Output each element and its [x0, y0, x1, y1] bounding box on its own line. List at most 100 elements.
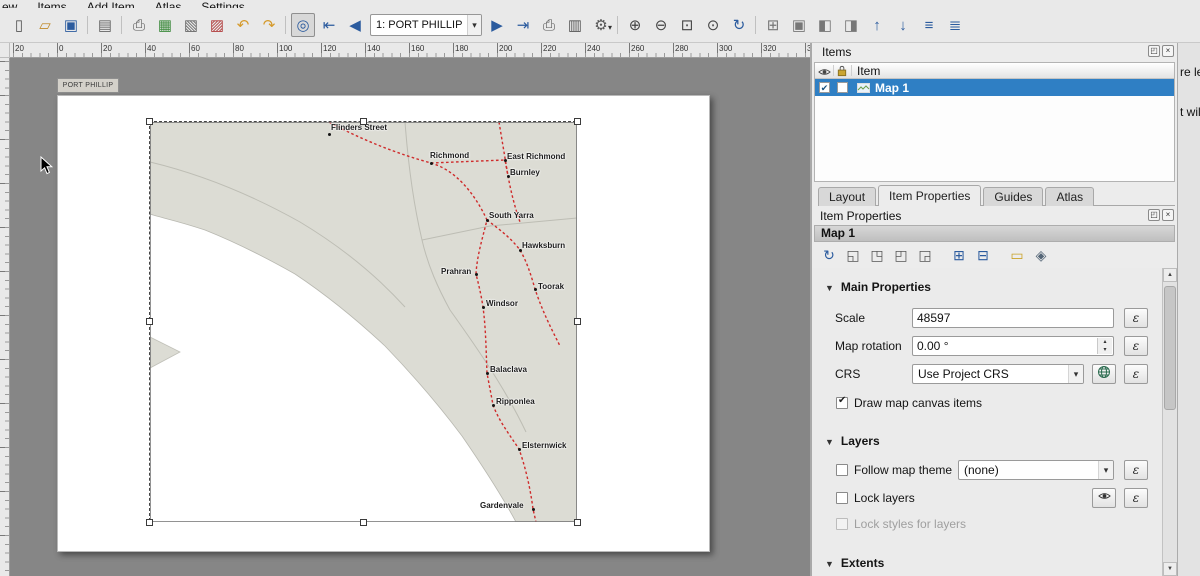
- atlas-settings-button[interactable]: ⚙▾: [589, 13, 613, 37]
- resize-handle-middle-right[interactable]: [574, 318, 581, 325]
- print-atlas-button[interactable]: ⎙: [537, 13, 561, 37]
- scrollbar-thumb[interactable]: [1164, 286, 1176, 410]
- follow-map-theme-label: Follow map theme: [854, 463, 952, 477]
- spin-down-icon[interactable]: ▾: [1098, 346, 1112, 354]
- export-atlas-button[interactable]: ▥: [563, 13, 587, 37]
- tab-atlas[interactable]: Atlas: [1045, 187, 1094, 206]
- items-panel-float-button[interactable]: ◰: [1148, 45, 1160, 57]
- crs-data-defined-button[interactable]: ɛ: [1124, 364, 1148, 384]
- scroll-down-button[interactable]: ▼: [1163, 562, 1177, 576]
- zoom-in-button[interactable]: ⊕: [623, 13, 647, 37]
- station-label: Elsternwick: [522, 441, 566, 450]
- resize-handle-top-left[interactable]: [146, 118, 153, 125]
- spinbox-arrows[interactable]: ▴ ▾: [1097, 338, 1112, 354]
- item-properties-close-button[interactable]: ×: [1162, 209, 1174, 221]
- clipping-settings-button[interactable]: ◈: [1030, 244, 1052, 266]
- items-panel-close-button[interactable]: ×: [1162, 45, 1174, 57]
- lower-items-button[interactable]: ↓: [891, 13, 915, 37]
- menu-add-item[interactable]: Add Item: [87, 0, 135, 8]
- lock-items-button[interactable]: ◧: [813, 13, 837, 37]
- menu-bar: ew Items Add Item Atlas Settings: [0, 0, 1200, 8]
- set-extent-to-map-canvas-button[interactable]: ◱: [842, 244, 864, 266]
- crs-combo[interactable]: Use Project CRS ▾: [912, 364, 1084, 384]
- resize-handle-bottom-right[interactable]: [574, 519, 581, 526]
- section-main-properties[interactable]: ▼Main Properties: [825, 280, 931, 294]
- export-as-image-button[interactable]: ▦: [153, 13, 177, 37]
- dropdown-caret-icon[interactable]: ▾: [467, 15, 481, 35]
- menu-items[interactable]: Items: [37, 0, 66, 8]
- tab-layout[interactable]: Layout: [818, 187, 876, 206]
- scale-data-defined-button[interactable]: ɛ: [1124, 308, 1148, 328]
- lock-layers-checkbox[interactable]: [836, 492, 848, 504]
- add-pages-button[interactable]: ⊞: [761, 13, 785, 37]
- map-theme-combo[interactable]: (none) ▾: [958, 460, 1114, 480]
- raise-items-button[interactable]: ↑: [865, 13, 889, 37]
- scroll-up-button[interactable]: ▲: [1163, 268, 1177, 282]
- next-feature-button[interactable]: ▶: [485, 13, 509, 37]
- follow-map-theme-checkbox[interactable]: [836, 464, 848, 476]
- preview-atlas-button[interactable]: ◎: [291, 13, 315, 37]
- labeling-settings-button[interactable]: ▭: [1006, 244, 1028, 266]
- grid-settings-button[interactable]: ⊞: [948, 244, 970, 266]
- item-lock-checkbox[interactable]: [837, 82, 848, 93]
- save-layout-button[interactable]: ▣: [59, 13, 83, 37]
- export-as-pdf-button[interactable]: ▨: [205, 13, 229, 37]
- interactive-edit-extent-button[interactable]: ◲: [914, 244, 936, 266]
- update-map-preview-button[interactable]: ↻: [818, 244, 840, 266]
- spin-up-icon[interactable]: ▴: [1098, 338, 1112, 346]
- resize-handle-top-middle[interactable]: [360, 118, 367, 125]
- resize-handle-bottom-left[interactable]: [146, 519, 153, 526]
- item-visibility-checkbox[interactable]: ✔: [819, 82, 830, 93]
- ruler-label: 0: [59, 44, 63, 53]
- map-theme-data-defined-button[interactable]: ɛ: [1124, 460, 1148, 480]
- column-separator: [833, 65, 834, 76]
- redo-button[interactable]: ↷: [257, 13, 281, 37]
- ruler-corner: [0, 43, 10, 58]
- zoom-out-button[interactable]: ⊖: [649, 13, 673, 37]
- distribute-items-button[interactable]: ≣: [943, 13, 967, 37]
- resize-handle-top-right[interactable]: [574, 118, 581, 125]
- scale-input[interactable]: [912, 308, 1114, 328]
- map-rotation-spinbox[interactable]: 0.00 ° ▴ ▾: [912, 336, 1114, 356]
- last-feature-button[interactable]: ⇥: [511, 13, 535, 37]
- undo-button[interactable]: ↶: [231, 13, 255, 37]
- draw-map-canvas-items-checkbox[interactable]: [836, 397, 848, 409]
- tab-item-properties[interactable]: Item Properties: [878, 185, 981, 206]
- layout-page[interactable]: Flinders StreetRichmondEast RichmondBurn…: [57, 95, 710, 552]
- lock-layers-data-defined-button[interactable]: ɛ: [1124, 488, 1148, 508]
- item-properties-float-button[interactable]: ◰: [1148, 209, 1160, 221]
- open-layout-button[interactable]: ▱: [33, 13, 57, 37]
- set-scale-to-match-button[interactable]: ◰: [890, 244, 912, 266]
- menu-atlas[interactable]: Atlas: [155, 0, 182, 8]
- section-layers[interactable]: ▼Layers: [825, 434, 880, 448]
- refresh-view-button[interactable]: ↻: [727, 13, 751, 37]
- tab-guides[interactable]: Guides: [983, 187, 1043, 206]
- rotation-data-defined-button[interactable]: ɛ: [1124, 336, 1148, 356]
- group-items-button[interactable]: ▣: [787, 13, 811, 37]
- items-list-row-map1[interactable]: ✔ Map 1: [815, 79, 1174, 96]
- select-crs-button[interactable]: [1092, 364, 1116, 384]
- menu-settings[interactable]: Settings: [201, 0, 244, 8]
- section-extents[interactable]: ▼Extents: [825, 556, 884, 570]
- resize-handle-bottom-middle[interactable]: [360, 519, 367, 526]
- unlock-items-button[interactable]: ◨: [839, 13, 863, 37]
- export-as-svg-button[interactable]: ▧: [179, 13, 203, 37]
- previous-feature-button[interactable]: ◀: [343, 13, 367, 37]
- zoom-full-button[interactable]: ⊡: [675, 13, 699, 37]
- layout-canvas[interactable]: PORT PHILLIP: [10, 58, 810, 576]
- align-items-button[interactable]: ≡: [917, 13, 941, 37]
- atlas-feature-combo[interactable]: 1: PORT PHILLIP▾: [370, 14, 482, 36]
- resize-handle-middle-left[interactable]: [146, 318, 153, 325]
- first-feature-button[interactable]: ⇤: [317, 13, 341, 37]
- menu-ew[interactable]: ew: [2, 0, 17, 8]
- overview-settings-button[interactable]: ⊟: [972, 244, 994, 266]
- item-properties-panel-title: Item Properties: [820, 209, 901, 223]
- visibility-presets-button[interactable]: [1092, 488, 1116, 508]
- print-layout-button[interactable]: ⎙: [127, 13, 151, 37]
- map-item[interactable]: Flinders StreetRichmondEast RichmondBurn…: [149, 121, 576, 521]
- layout-properties-button[interactable]: ▤: [93, 13, 117, 37]
- new-layout-button[interactable]: ▯: [7, 13, 31, 37]
- view-extent-in-map-canvas-button[interactable]: ◳: [866, 244, 888, 266]
- zoom-actual-button[interactable]: ⊙: [701, 13, 725, 37]
- properties-scrollbar[interactable]: ▲ ▼: [1162, 268, 1177, 576]
